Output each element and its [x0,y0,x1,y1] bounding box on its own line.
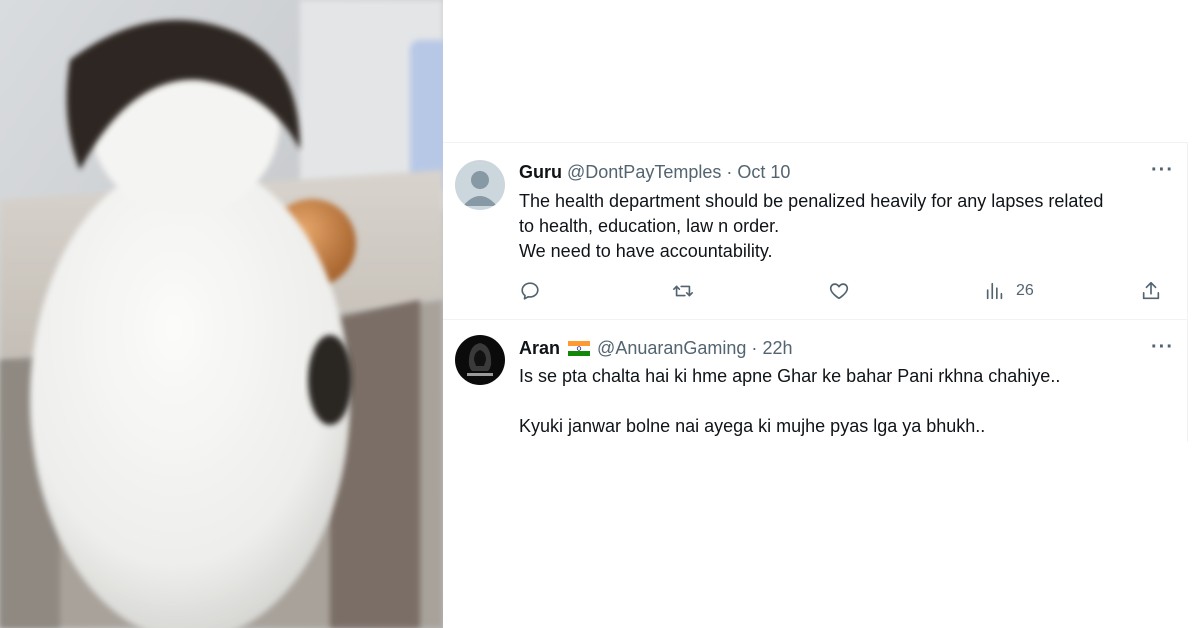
views-icon [986,282,1003,300]
tweet-text: Is se pta chalta hai ki hme apne Ghar ke… [519,364,1169,439]
author-handle[interactable]: @AnuaranGaming [597,338,746,358]
retweet-button[interactable] [672,279,694,303]
tweet-line: We need to have accountability. [519,241,773,261]
author-handle[interactable]: @DontPayTemples [567,162,721,182]
more-options-button[interactable]: ··· [1151,159,1174,182]
author-name[interactable]: Aran [519,338,560,358]
tweet-line: Is se pta chalta hai ki hme apne Ghar ke… [519,366,1061,386]
timestamp[interactable]: 22h [762,338,792,358]
tweet-aran[interactable]: Aran @AnuaranGaming · 22h ··· Is se pta … [443,320,1188,442]
separator: · [751,338,758,358]
avatar[interactable] [455,160,505,210]
more-options-button[interactable]: ··· [1151,336,1174,359]
tweet-guru[interactable]: Guru @DontPayTemples · Oct 10 ··· The he… [443,143,1188,319]
views-count: 26 [1016,282,1034,299]
views-button[interactable]: 26 [984,279,1034,303]
separator: · [726,162,733,182]
tweet-line: to health, education, law n order. [519,216,780,236]
dog-photo [0,0,443,628]
default-avatar-icon [455,160,505,210]
tweet-line: Kyuki janwar bolne nai ayega ki mujhe py… [519,416,986,436]
tweet-actions: 26 [519,279,1169,303]
india-flag-icon [568,341,591,356]
hooded-figure-avatar-icon [455,335,505,385]
avatar[interactable] [455,335,505,385]
timestamp[interactable]: Oct 10 [737,162,790,182]
share-icon [1142,281,1160,300]
heart-icon [829,283,849,300]
tweet-line: The health department should be penalize… [519,191,1104,211]
author-name[interactable]: Guru [519,162,562,182]
tweet-text: The health department should be penalize… [519,189,1169,264]
share-button[interactable] [1140,279,1162,303]
tweet-header: Aran @AnuaranGaming · 22h [519,337,1148,359]
tweet-header: Guru @DontPayTemples · Oct 10 [519,161,1148,183]
reply-icon [521,282,539,300]
like-button[interactable] [828,279,850,303]
retweet-icon [673,285,693,297]
reply-button[interactable] [519,279,541,303]
